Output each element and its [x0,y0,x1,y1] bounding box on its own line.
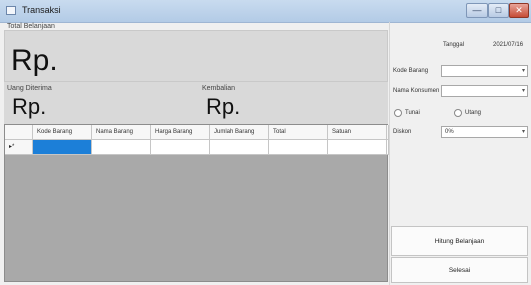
calculate-button-label: Hitung Belanjaan [434,238,485,245]
maximize-button[interactable]: □ [488,3,509,18]
transaction-window: Transaksi — □ ✕ Total Belanjaan Rp. Uang… [0,0,531,285]
paid-value: Rp. [12,94,47,119]
radio-utang-label[interactable]: Utang [465,110,481,116]
discount-value: 0% [445,129,454,135]
column-header-total[interactable]: Total [269,125,328,140]
window-title: Transaksi [22,5,61,15]
grid-cell-satuan[interactable] [328,140,387,155]
close-button[interactable]: ✕ [509,3,529,18]
customer-label: Nama Konsumen [393,88,440,94]
total-panel: Rp. [4,30,388,82]
paid-label: Uang Diterima [7,85,52,92]
paid-panel: Uang Diterima Rp. [4,82,194,124]
item-code-label: Kode Barang [393,68,429,74]
chevron-down-icon: ▾ [521,68,525,74]
grid-cell-nama-barang[interactable] [92,140,151,155]
new-row-marker[interactable]: ▸* [5,140,33,155]
change-value: Rp. [206,94,241,119]
radio-tunai[interactable] [394,109,402,117]
close-icon: ✕ [515,5,523,15]
radio-tunai-label[interactable]: Tunai [405,110,420,116]
date-value: 2021/07/16 [493,42,524,48]
grid-corner [5,125,33,140]
customer-combo[interactable]: ▾ [441,85,528,97]
grid-cell-total[interactable] [269,140,328,155]
app-window-icon [6,6,16,15]
chevron-down-icon: ▾ [521,88,525,94]
panel-divider [389,22,390,285]
title-bar: Transaksi — □ ✕ [0,0,531,23]
total-value: Rp. [11,44,58,77]
grid-cell-harga-barang[interactable] [151,140,210,155]
finish-button[interactable]: Selesai [391,257,528,283]
items-grid[interactable]: Kode Barang Nama Barang Harga Barang Jum… [4,124,389,282]
maximize-icon: □ [495,5,502,15]
minimize-button[interactable]: — [466,3,488,18]
column-header-satuan[interactable]: Satuan [328,125,387,140]
discount-label: Diskon [393,129,412,135]
item-code-combo[interactable]: ▾ [441,65,528,77]
discount-combo[interactable]: 0% ▾ [441,126,528,138]
grid-cell-kode-barang[interactable] [33,140,92,155]
calculate-button[interactable]: Hitung Belanjaan [391,226,528,256]
column-header-kode-barang[interactable]: Kode Barang [33,125,92,140]
grid-header-row: Kode Barang Nama Barang Harga Barang Jum… [5,125,389,140]
finish-button-label: Selesai [448,267,471,274]
column-header-harga-barang[interactable]: Harga Barang [151,125,210,140]
minimize-icon: — [472,5,482,15]
radio-utang[interactable] [454,109,462,117]
change-label: Kembalian [202,85,236,92]
total-label: Total Belanjaan [7,23,55,30]
chevron-down-icon: ▾ [521,129,525,135]
column-header-nama-barang[interactable]: Nama Barang [92,125,151,140]
change-panel: Kembalian Rp. [194,82,388,124]
date-label: Tanggal [443,42,465,48]
grid-cell-jumlah-barang[interactable] [210,140,269,155]
table-row[interactable]: ▸* [5,140,389,155]
column-header-jumlah-barang[interactable]: Jumlah Barang [210,125,269,140]
